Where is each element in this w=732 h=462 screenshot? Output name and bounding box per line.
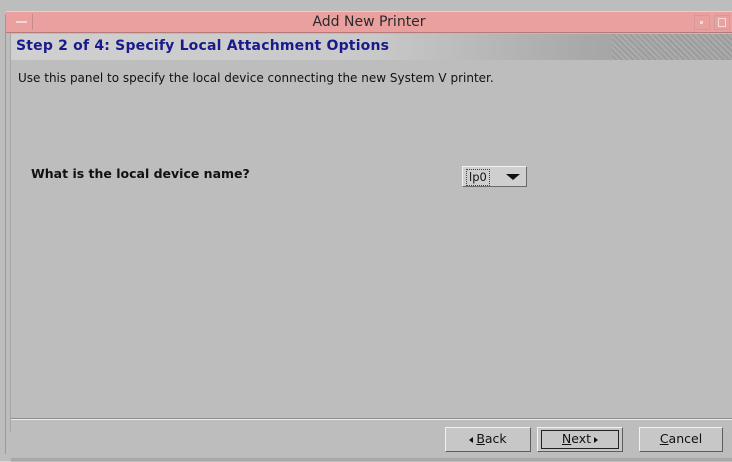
button-bar: Back Next Cancel	[11, 418, 732, 462]
panel-description: Use this panel to specify the local devi…	[18, 71, 494, 85]
back-button-label: Back	[476, 431, 506, 446]
step-header: Step 2 of 4: Specify Local Attachment Op…	[11, 34, 732, 60]
cancel-button-label: Cancel	[660, 431, 702, 446]
add-printer-window: Add New Printer Step 2 of 4: Specify Loc…	[0, 0, 732, 462]
next-button[interactable]: Next	[537, 427, 623, 452]
cancel-mnemonic: C	[659, 431, 669, 446]
arrow-left-icon	[469, 436, 474, 443]
chevron-down-icon[interactable]	[506, 174, 520, 180]
window-title: Add New Printer	[312, 14, 426, 30]
device-name-label: What is the local device name?	[31, 166, 250, 181]
back-label-rest: ack	[484, 431, 507, 446]
cancel-label-rest: ancel	[668, 431, 703, 446]
back-mnemonic: B	[476, 431, 485, 446]
header-pattern	[612, 34, 732, 60]
back-button[interactable]: Back	[445, 427, 531, 452]
device-name-value: lp0	[466, 169, 490, 186]
step-title: Step 2 of 4: Specify Local Attachment Op…	[16, 38, 390, 54]
cancel-button[interactable]: Cancel	[639, 427, 723, 452]
minimize-icon[interactable]	[694, 15, 710, 30]
device-name-select[interactable]: lp0	[462, 166, 527, 187]
window-frame-edge	[5, 14, 6, 454]
maximize-icon[interactable]	[714, 15, 730, 30]
next-mnemonic: N	[561, 431, 572, 446]
next-label-rest: ext	[571, 431, 592, 446]
next-button-label: Next	[562, 431, 591, 446]
panel-content: Use this panel to specify the local devi…	[11, 60, 732, 418]
title-bar[interactable]: Add New Printer	[6, 11, 732, 33]
